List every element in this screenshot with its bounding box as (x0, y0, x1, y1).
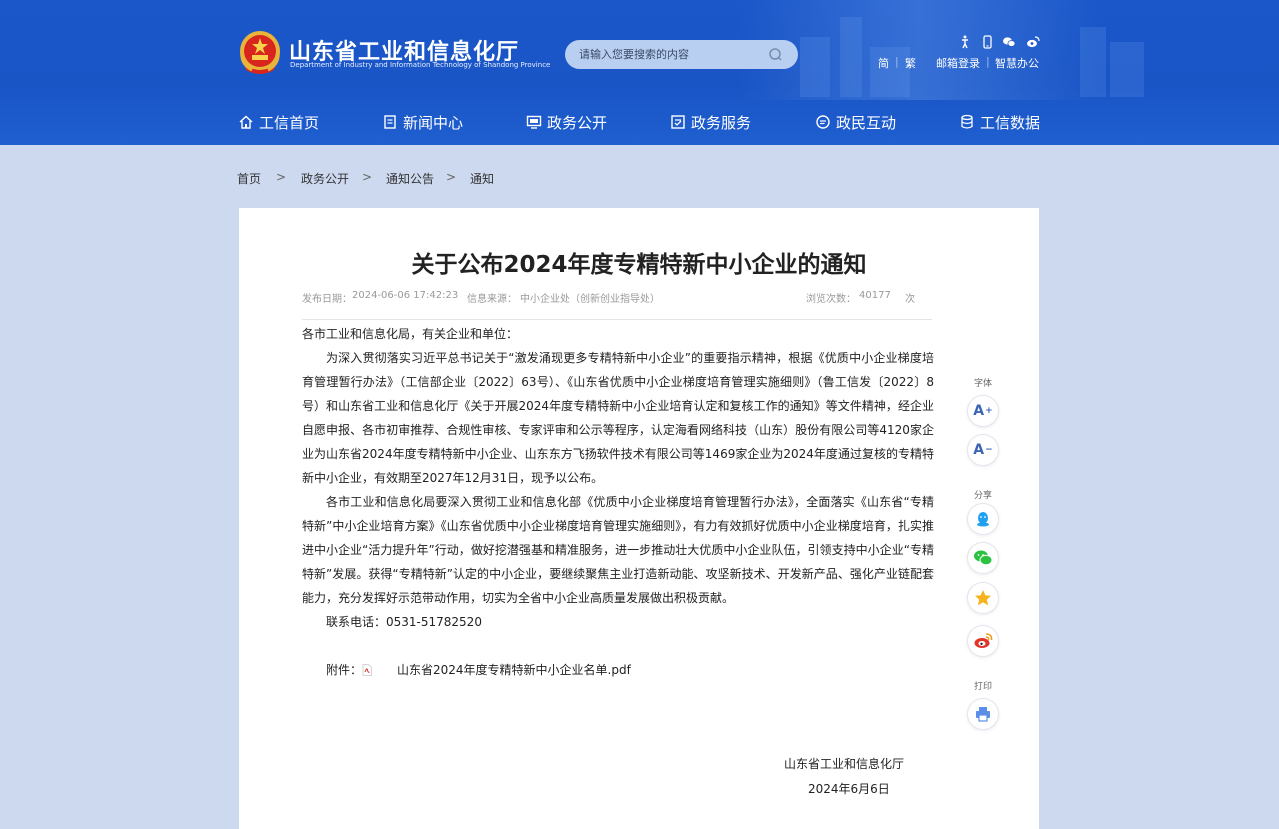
font-size-label: 字体 (973, 379, 992, 389)
share-label: 分享 (973, 491, 992, 501)
chat-icon (816, 115, 830, 129)
article-panel: 关于公布2024年度专精特新中小企业的通知 发布日期： 2024-06-06 1… (239, 208, 1039, 829)
font-increase-glyph: A (973, 403, 985, 419)
publish-date-label: 发布日期： (302, 294, 352, 305)
document-icon (384, 115, 396, 129)
printer-icon (976, 707, 990, 722)
site-subtitle: Department of Industry and Information T… (290, 61, 551, 69)
paragraph: 为深入贯彻落实习近平总书记关于“激发涌现更多专精特新中小企业”的重要指示精神，根… (302, 351, 934, 485)
skyline-building (870, 47, 910, 97)
search-input[interactable] (579, 45, 759, 64)
monitor-icon (526, 115, 542, 129)
skyline-building (840, 17, 862, 97)
article-body: 各市工业和信息化局，有关企业和单位： 为深入贯彻落实习近平总书记关于“激发涌现更… (302, 322, 934, 682)
share-wechat-button[interactable] (967, 542, 999, 574)
qzone-star-icon (975, 590, 991, 606)
nav-item-news[interactable]: 新闻中心 (382, 110, 463, 134)
share-weibo-button[interactable] (967, 625, 999, 657)
nav-item-label: 新闻中心 (403, 113, 464, 132)
home-icon (239, 115, 253, 129)
salutation: 各市工业和信息化局，有关企业和单位： (302, 327, 519, 341)
contact-phone: 联系电话：0531-51782520 (326, 615, 482, 629)
skyline-building (800, 37, 830, 97)
nav-item-label: 政务服务 (691, 113, 752, 132)
nav-item-label: 工信首页 (259, 113, 320, 132)
service-icon (671, 115, 685, 129)
nav-item-gov-affairs-open[interactable]: 政务公开 (526, 110, 607, 134)
search-icon[interactable] (768, 47, 783, 62)
source-label: 信息来源： (467, 294, 517, 305)
plus-icon: + (985, 406, 993, 416)
share-qq-button[interactable] (967, 503, 999, 535)
skyline-building (1080, 27, 1106, 97)
minus-icon: − (985, 445, 993, 455)
signature-date: 2024年6月6日 (808, 782, 890, 796)
share-qzone-button[interactable] (967, 582, 999, 614)
simplified-chinese-link[interactable]: 简 (878, 55, 889, 71)
views-unit: 次 (905, 294, 915, 305)
breadcrumb-item-notice[interactable]: 通知 (470, 170, 494, 187)
print-button[interactable] (967, 698, 999, 730)
breadcrumb-separator: > (276, 170, 287, 184)
pdf-file-icon (362, 664, 372, 676)
font-decrease-button[interactable]: A − (967, 434, 999, 466)
views-count: 40177 (859, 290, 891, 301)
wechat-share-icon (974, 550, 993, 566)
font-increase-button[interactable]: A + (967, 395, 999, 427)
publish-date: 2024-06-06 17:42:23 (352, 290, 459, 301)
nav-item-interaction[interactable]: 政民互动 (815, 110, 896, 134)
nav-item-label: 政务公开 (547, 113, 608, 132)
views-label: 浏览次数： (806, 294, 856, 305)
nav-item-home[interactable]: 工信首页 (238, 110, 319, 134)
smart-office-link[interactable]: 智慧办公 (995, 55, 1039, 71)
national-emblem-icon[interactable] (238, 30, 282, 76)
link-separator: | (895, 55, 899, 68)
breadcrumb-separator: > (362, 170, 373, 184)
side-toolbar: 字体 A + A − 分享 打印 (967, 0, 999, 829)
breadcrumb-separator: > (446, 170, 457, 184)
paragraph: 各市工业和信息化局要深入贯彻工业和信息化部《优质中小企业梯度培育管理暂行办法》，… (302, 495, 934, 605)
source-value: 中小企业处（创新创业指导处） (520, 294, 660, 305)
traditional-chinese-link[interactable]: 繁 (905, 55, 916, 71)
weibo-share-icon (974, 633, 993, 648)
meta-divider (302, 319, 932, 320)
attachment-row: 附件： 山东省2024年度专精特新中小企业名单.pdf (302, 658, 934, 682)
attachment-link[interactable]: 山东省2024年度专精特新中小企业名单.pdf (373, 658, 631, 682)
skyline-building (1110, 42, 1144, 97)
font-decrease-glyph: A (973, 442, 985, 458)
article-title: 关于公布2024年度专精特新中小企业的通知 (411, 252, 867, 278)
search-box (565, 40, 798, 69)
nav-item-label: 政民互动 (836, 113, 897, 132)
attachment-label: 附件： (326, 663, 363, 677)
weibo-icon[interactable] (1026, 34, 1040, 48)
breadcrumb-item-gov-open[interactable]: 政务公开 (301, 170, 349, 187)
print-label: 打印 (973, 682, 992, 692)
site-header: 山东省工业和信息化厅 Department of Industry and In… (0, 0, 1279, 145)
qq-icon (977, 512, 989, 527)
nav-item-gov-services[interactable]: 政务服务 (670, 110, 751, 134)
wechat-icon[interactable] (1002, 34, 1016, 48)
breadcrumb-item-announcements[interactable]: 通知公告 (386, 170, 434, 187)
breadcrumb-item-home[interactable]: 首页 (237, 170, 261, 187)
signature-org: 山东省工业和信息化厅 (784, 757, 905, 771)
main-nav: 工信首页 新闻中心 政务公开 政务服务 政民互动 工信数据 (238, 110, 1043, 134)
